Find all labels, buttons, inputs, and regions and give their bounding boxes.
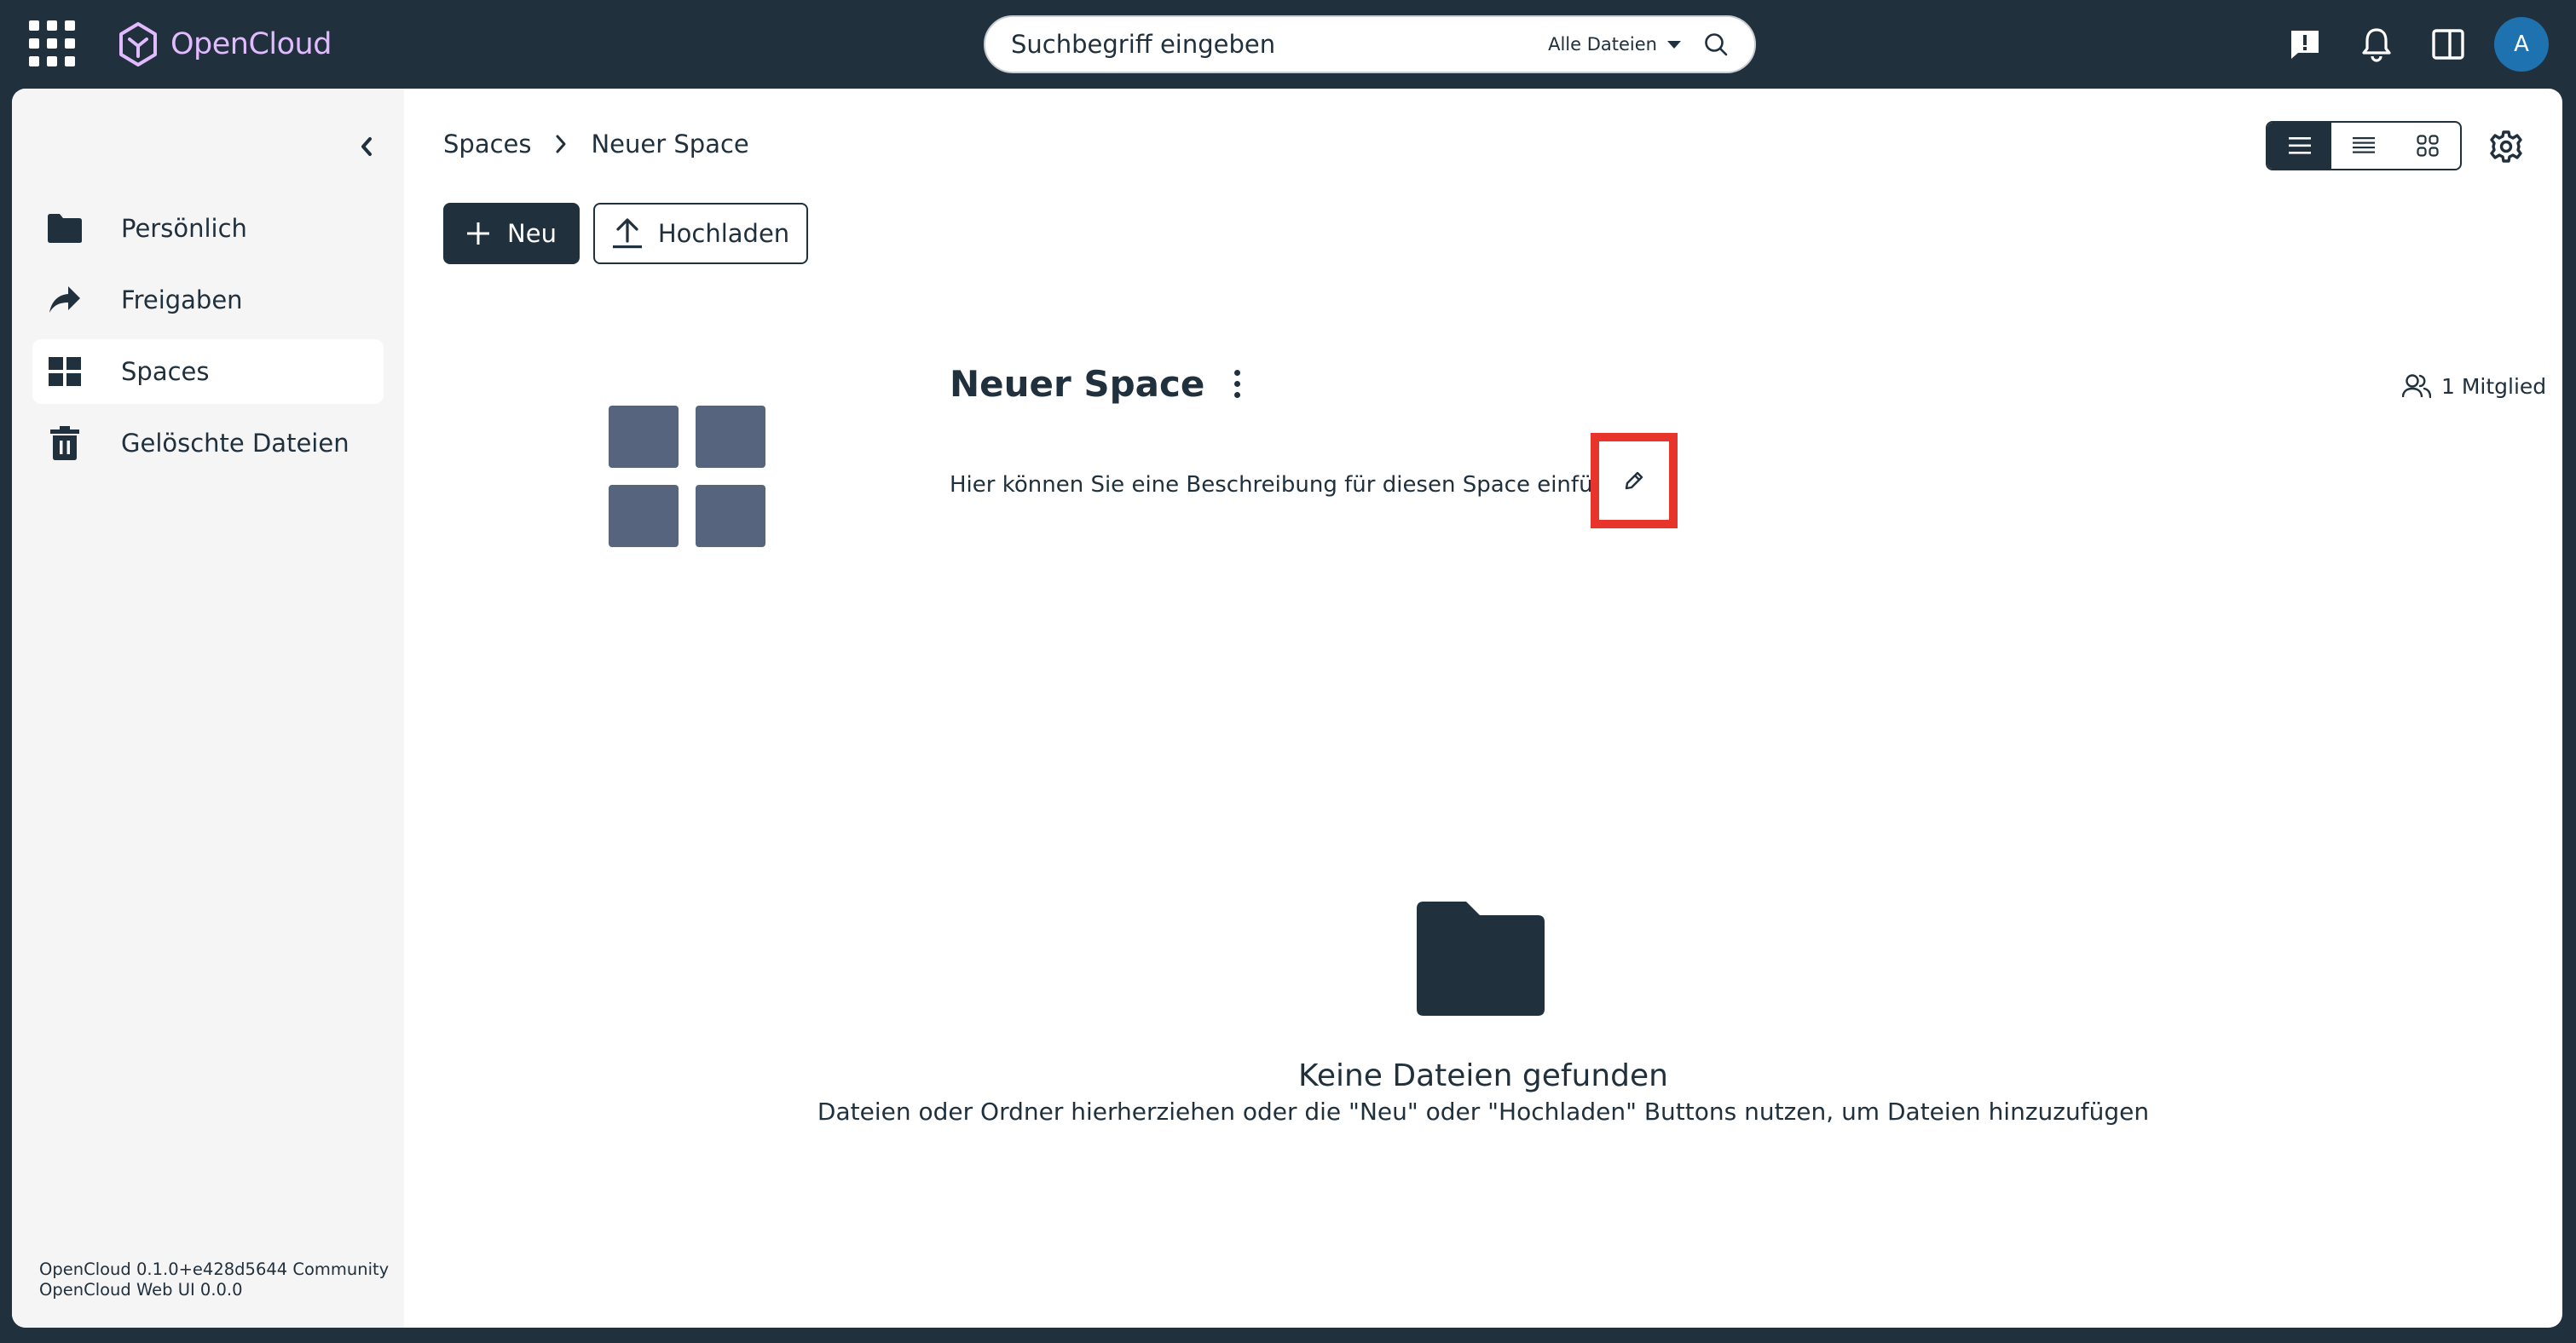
empty-state-title: Keine Dateien gefunden	[1298, 1058, 1668, 1093]
search-bar: Alle Dateien	[984, 15, 1756, 73]
upload-icon	[612, 218, 642, 249]
view-mode-condensed-button[interactable]	[2331, 123, 2395, 169]
space-description: Hier können Sie eine Beschreibung für di…	[950, 472, 1635, 498]
users-icon	[2402, 374, 2431, 399]
collapse-sidebar-button[interactable]	[349, 130, 384, 164]
sidebar-nav: Persönlich Freigaben Spaces Gelöschte Da…	[32, 196, 384, 482]
sidebar-item-label: Persönlich	[121, 214, 247, 243]
view-mode-tiles-button[interactable]	[2396, 123, 2460, 169]
space-image	[609, 406, 765, 547]
brand-name: OpenCloud	[170, 27, 332, 61]
user-avatar[interactable]: A	[2494, 17, 2549, 72]
breadcrumb-item-current[interactable]: Neuer Space	[591, 130, 748, 159]
search-input[interactable]	[1011, 30, 1549, 59]
opencloud-logo-icon	[119, 22, 157, 66]
upload-button[interactable]: Hochladen	[593, 203, 808, 264]
view-mode-list-button[interactable]	[2267, 123, 2332, 169]
breadcrumb-item-spaces[interactable]: Spaces	[443, 130, 531, 159]
app-switcher-button[interactable]	[29, 20, 75, 66]
new-button[interactable]: Neu	[443, 203, 580, 264]
sidebar: Persönlich Freigaben Spaces Gelöschte Da…	[12, 89, 404, 1328]
sidebar-item-personal[interactable]: Persönlich	[32, 196, 384, 261]
view-mode-switch	[2266, 121, 2462, 170]
edit-description-button[interactable]	[1591, 433, 1678, 528]
sidebar-item-shares[interactable]: Freigaben	[32, 268, 384, 332]
brand-logo[interactable]: OpenCloud	[118, 19, 332, 70]
chevron-right-icon	[552, 135, 570, 153]
main-content: Spaces Neuer Space Neu Hochladen Neuer S…	[404, 89, 2562, 1328]
notifications-button[interactable]	[2341, 0, 2412, 89]
web-ui-version: OpenCloud Web UI 0.0.0	[39, 1280, 243, 1300]
search-icon[interactable]	[1703, 32, 1729, 57]
space-members-button[interactable]: 1 Mitglied	[2402, 373, 2546, 399]
folder-icon	[46, 210, 84, 247]
empty-folder-icon	[1417, 902, 1545, 1016]
sidebar-toggle-button[interactable]	[2412, 0, 2484, 89]
tiles-icon	[2417, 135, 2439, 157]
trash-icon	[46, 424, 84, 462]
upload-button-label: Hochladen	[657, 219, 790, 248]
space-title: Neuer Space	[950, 363, 1205, 405]
sidebar-item-spaces[interactable]: Spaces	[32, 339, 384, 404]
sidebar-item-trash[interactable]: Gelöschte Dateien	[32, 411, 384, 476]
backend-version: OpenCloud 0.1.0+e428d5644 Community	[39, 1259, 390, 1279]
sidebar-toggle-icon	[2432, 29, 2464, 60]
top-bar: OpenCloud Alle Dateien	[0, 0, 2576, 89]
apps-icon	[29, 20, 39, 31]
plus-icon	[467, 222, 490, 245]
version-info: OpenCloud 0.1.0+e428d5644 Community Open…	[39, 1259, 389, 1300]
feedback-button[interactable]	[2269, 0, 2341, 89]
sidebar-item-label: Gelöschte Dateien	[121, 429, 349, 458]
feedback-icon	[2291, 31, 2319, 59]
search-scope-select[interactable]: Alle Dateien	[1548, 34, 1681, 55]
top-actions: A	[2269, 0, 2576, 89]
sidebar-item-label: Freigaben	[121, 285, 243, 314]
space-header: Neuer Space	[950, 363, 1244, 405]
sidebar-item-label: Spaces	[121, 357, 210, 386]
search-scope-label: Alle Dateien	[1548, 34, 1657, 55]
space-members-count: 1 Mitglied	[2441, 373, 2547, 399]
share-icon	[46, 281, 84, 319]
app-container: Persönlich Freigaben Spaces Gelöschte Da…	[12, 89, 2562, 1328]
condensed-list-icon	[2352, 137, 2375, 153]
grid-icon	[46, 353, 84, 390]
caret-down-icon	[1667, 40, 1681, 49]
view-settings-button[interactable]	[2484, 124, 2528, 169]
gear-icon	[2490, 130, 2522, 163]
empty-state-description: Dateien oder Ordner hierherziehen oder d…	[817, 1098, 2150, 1126]
breadcrumb: Spaces Neuer Space	[443, 130, 749, 159]
new-button-label: Neu	[507, 219, 557, 248]
list-icon	[2288, 137, 2311, 154]
pencil-icon	[1625, 471, 1643, 490]
bell-icon	[2362, 28, 2391, 62]
chevron-left-icon	[361, 137, 372, 156]
kebab-menu-icon	[1233, 370, 1240, 376]
space-actions-button[interactable]	[1230, 370, 1244, 398]
